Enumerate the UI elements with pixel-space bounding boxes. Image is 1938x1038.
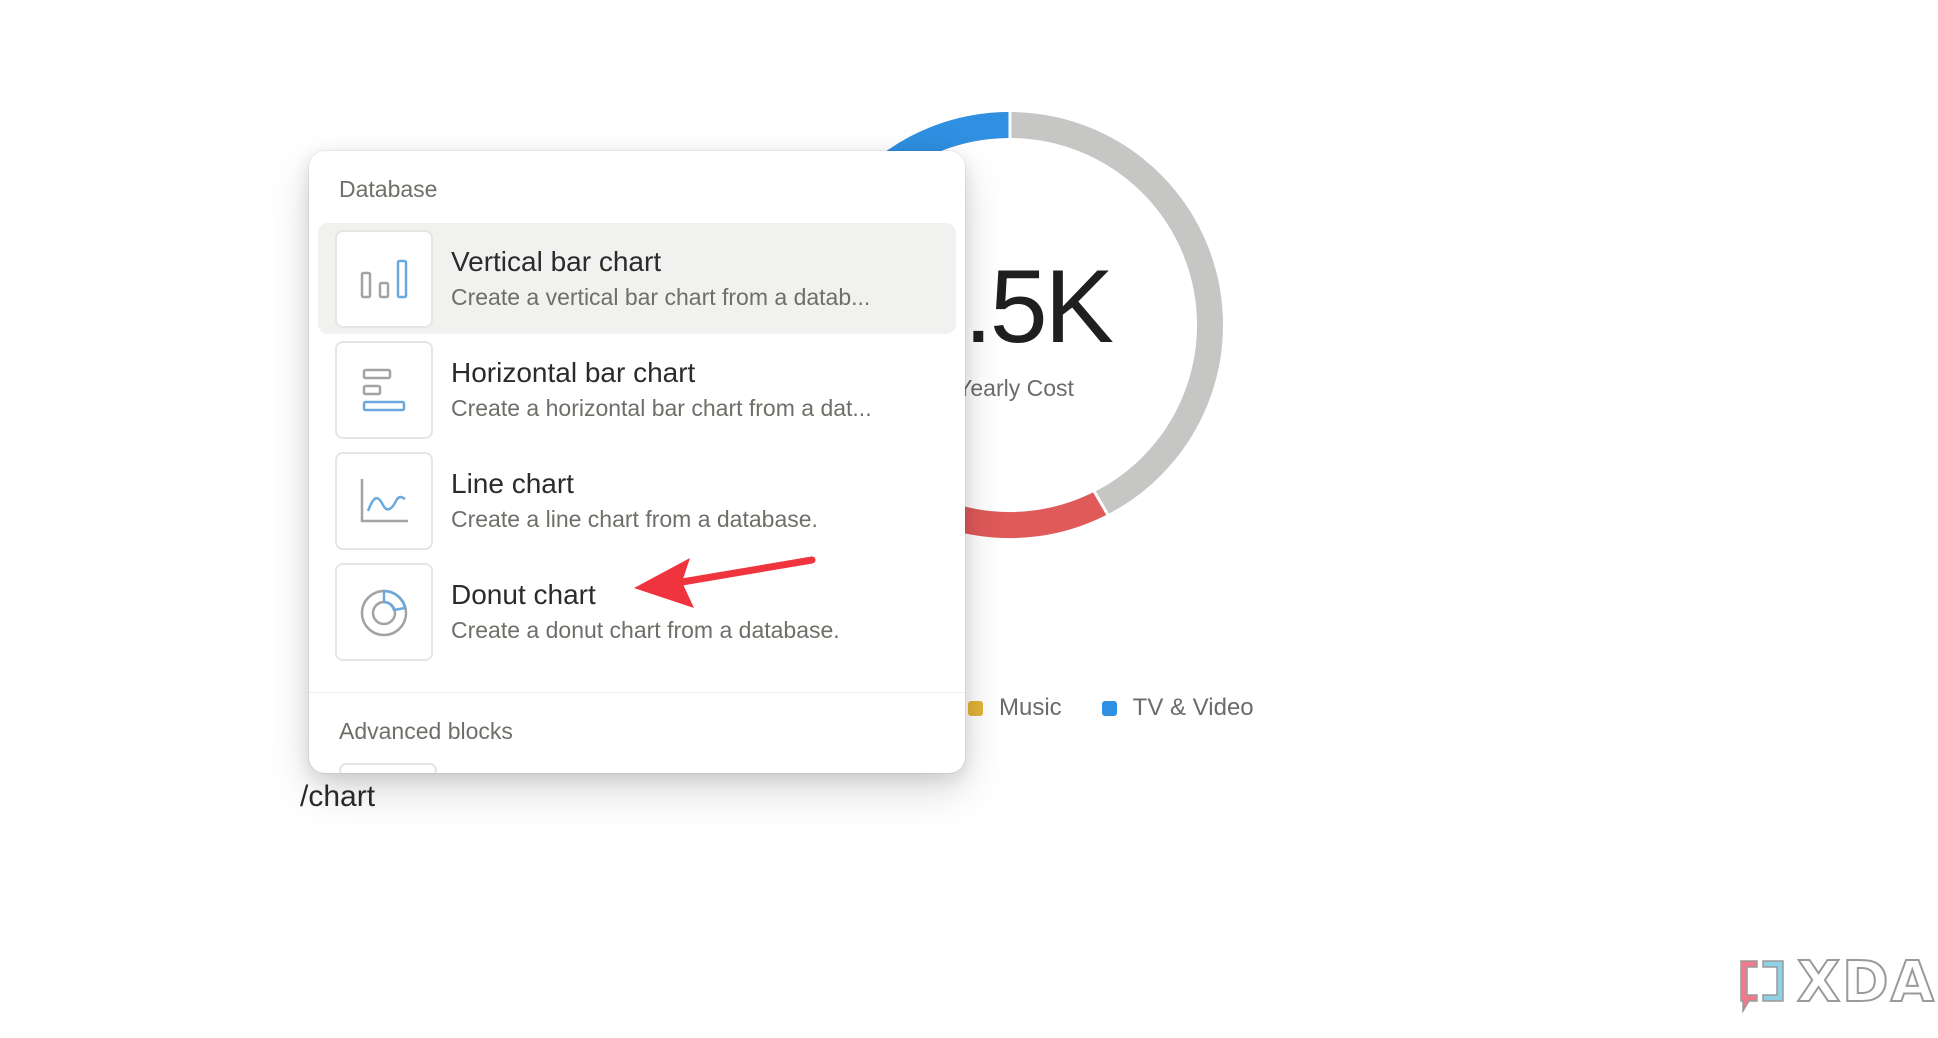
page-canvas: 1.5K l Yearly Cost tivity Music TV & Vid…: [0, 0, 1938, 1038]
menu-item-desc: Create a line chart from a database.: [451, 506, 818, 532]
menu-item-horizontal-bar-chart[interactable]: Horizontal bar chart Create a horizontal…: [318, 334, 956, 445]
menu-item-vertical-bar-chart[interactable]: Vertical bar chart Create a vertical bar…: [318, 223, 956, 334]
menu-divider: [309, 692, 965, 693]
line-chart-icon: [335, 451, 433, 550]
menu-item-line-chart[interactable]: Line chart Create a line chart from a da…: [318, 445, 956, 556]
slash-command-text[interactable]: /chart: [300, 780, 375, 814]
legend-swatch-tv-video: [1101, 700, 1117, 716]
slash-command-menu: Database Vertical bar chart Create a ver…: [309, 151, 965, 773]
legend-label-music: Music: [999, 694, 1062, 721]
menu-item-title: Vertical bar chart: [451, 246, 662, 277]
xda-logo-icon: [1740, 959, 1784, 1013]
legend-item-music: Music: [968, 694, 1062, 722]
menu-item-title: Horizontal bar chart: [451, 357, 696, 388]
donut-chart-icon: [335, 562, 433, 661]
menu-section-database: Database: [339, 176, 438, 202]
menu-item-icon-peek: [339, 763, 437, 773]
legend-swatch-music: [968, 700, 983, 716]
legend-label-tv-video: TV & Video: [1132, 694, 1254, 721]
menu-item-desc: Create a horizontal bar chart from a dat…: [451, 395, 872, 421]
watermark-text: XDA: [1796, 949, 1936, 1016]
donut-segment-red: [946, 491, 1107, 539]
horizontal-bar-chart-icon: [335, 340, 433, 439]
menu-section-advanced-blocks: Advanced blocks: [339, 718, 513, 744]
xda-watermark: XDA: [1735, 949, 1936, 1016]
vertical-bar-chart-icon: [335, 229, 433, 328]
annotation-arrow-icon: [634, 556, 816, 608]
menu-item-desc: Create a vertical bar chart from a datab…: [451, 284, 871, 310]
legend-item-tv-video: TV & Video: [1101, 694, 1254, 722]
menu-item-desc: Create a donut chart from a database.: [451, 617, 840, 643]
menu-item-title: Line chart: [451, 468, 574, 499]
